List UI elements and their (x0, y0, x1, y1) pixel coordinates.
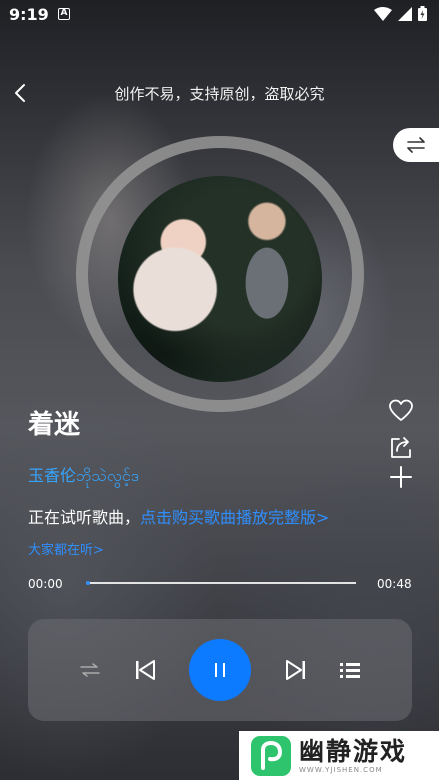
total-time: 00:48 (377, 577, 412, 591)
trial-prefix: 正在试听歌曲， (28, 508, 141, 527)
switch-icon (407, 137, 425, 153)
pause-button[interactable] (189, 639, 251, 701)
shuffle-icon (80, 663, 100, 677)
next-icon (286, 660, 305, 680)
wifi-icon (374, 6, 392, 21)
status-time: 9:19 (9, 5, 49, 24)
playlist-icon (340, 663, 360, 678)
watermark-url: WWW.YJISHEN.COM (299, 765, 383, 774)
song-title: 着迷 (28, 410, 81, 440)
album-cover[interactable] (118, 176, 322, 382)
watermark-logo-icon (251, 735, 291, 776)
everyone-listening-link[interactable]: 大家都在听> (28, 539, 104, 558)
pause-icon (215, 663, 225, 677)
notification-badge-icon: A (58, 8, 70, 20)
heart-icon[interactable] (388, 398, 414, 424)
site-watermark: 幽静游戏 WWW.YJISHEN.COM (239, 731, 439, 780)
next-button[interactable] (280, 652, 312, 688)
playlist-button[interactable] (334, 652, 366, 688)
status-icons (374, 6, 427, 21)
trial-notice: 正在试听歌曲，点击购买歌曲播放完整版> (28, 504, 329, 528)
previous-icon (136, 660, 155, 680)
progress-track[interactable] (86, 582, 356, 584)
add-icon[interactable] (388, 464, 414, 490)
buy-full-song-link[interactable]: 点击购买歌曲播放完整版> (140, 508, 329, 527)
previous-button[interactable] (129, 652, 161, 688)
current-time: 00:00 (28, 577, 63, 591)
watermark-name: 幽静游戏 (299, 736, 408, 766)
page-title: 创作不易，支持原创，盗取必究 (114, 85, 325, 103)
signal-icon (398, 6, 412, 21)
artist-link[interactable]: 玉香伦ဘိုသဲလွင့်ဒ (28, 462, 139, 489)
shuffle-button[interactable] (74, 652, 106, 688)
switch-view-button[interactable] (393, 128, 439, 162)
share-icon[interactable] (388, 435, 414, 461)
battery-icon (418, 6, 427, 21)
progress-fill (86, 581, 90, 585)
